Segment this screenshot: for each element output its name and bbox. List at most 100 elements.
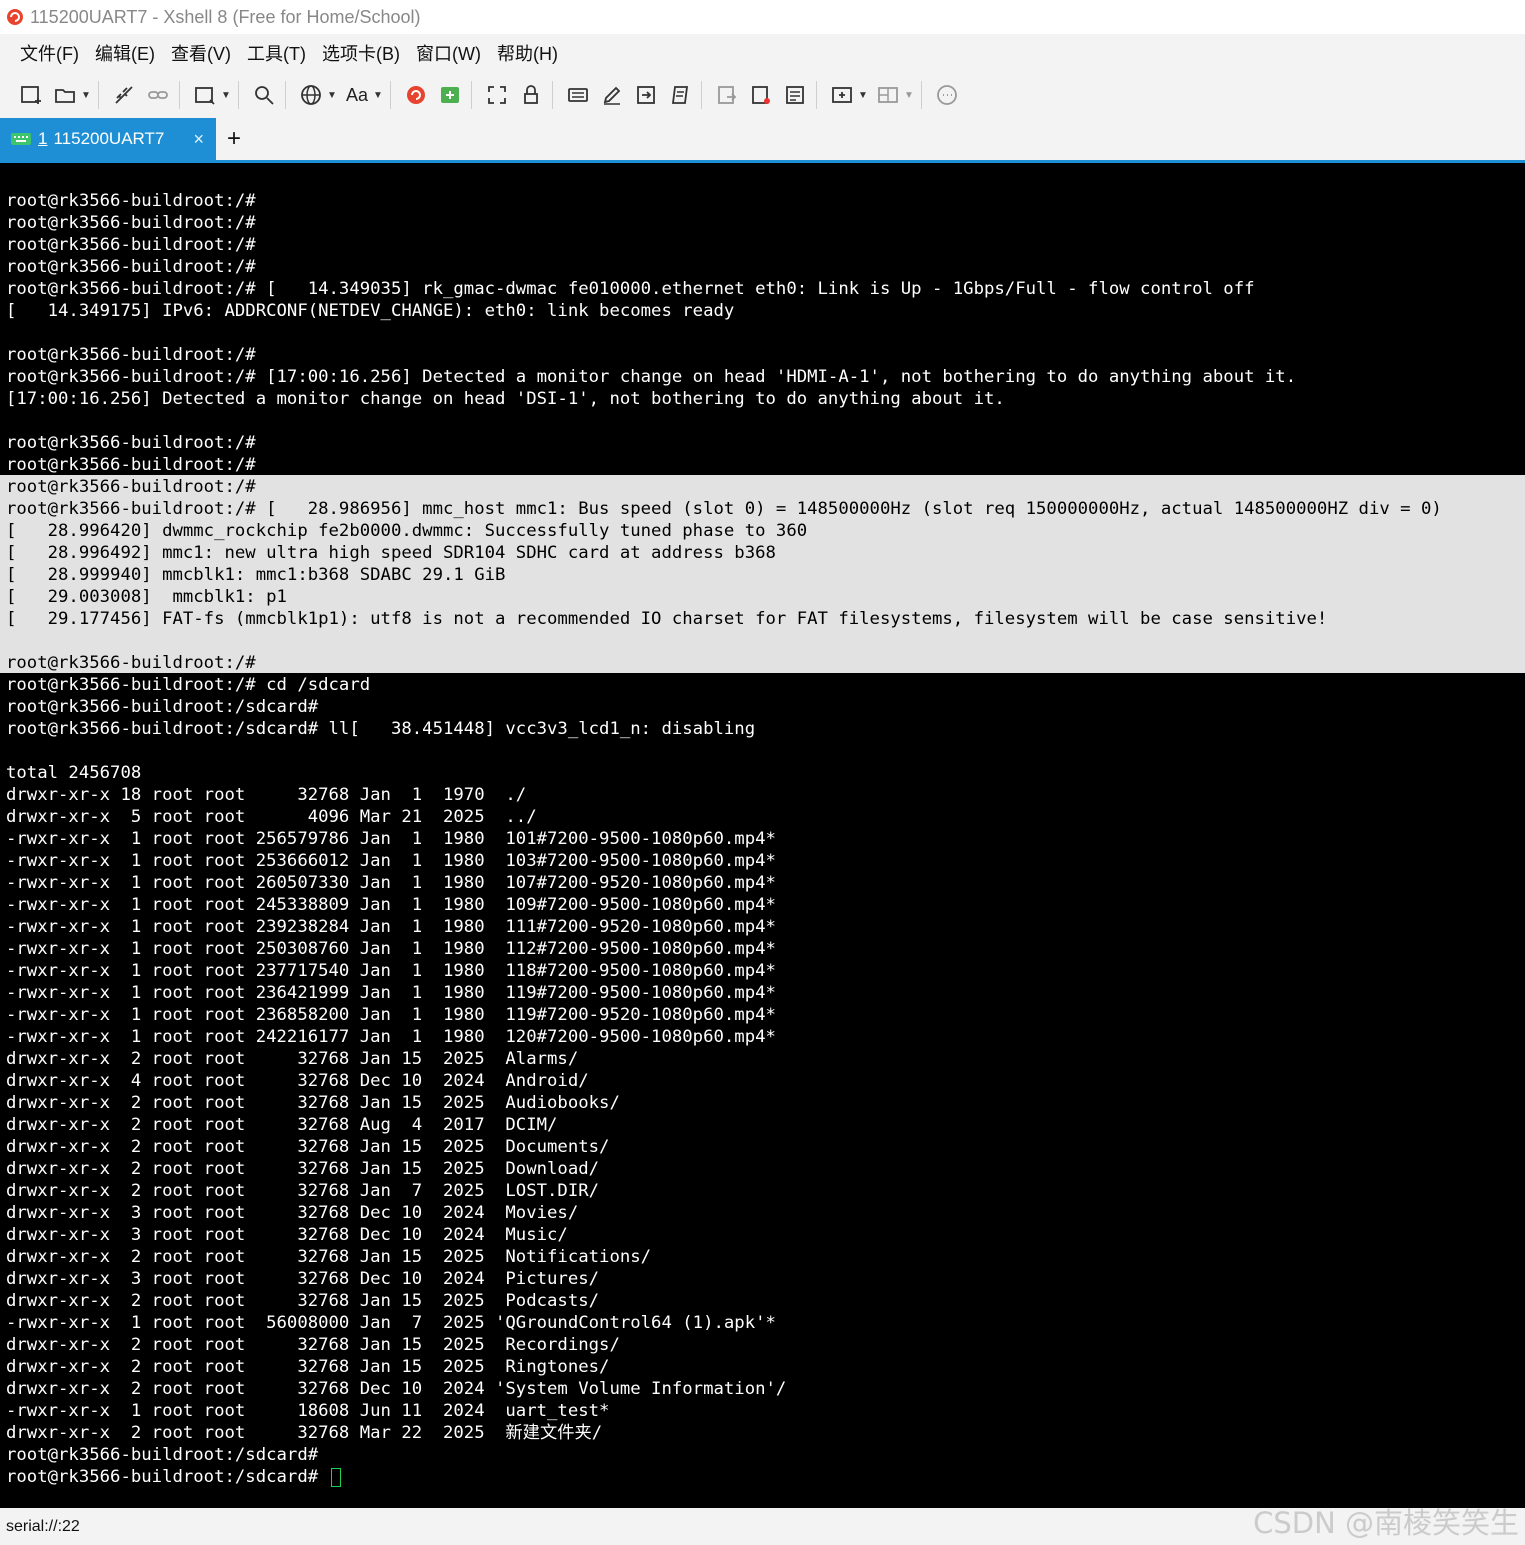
- terminal-line: -rwxr-xr-x 1 root root 239238284 Jan 1 1…: [6, 917, 776, 937]
- menu-tools[interactable]: 工具(T): [247, 38, 306, 68]
- menu-view[interactable]: 查看(V): [171, 38, 231, 68]
- terminal-line: root@rk3566-buildroot:/# [ 14.349035] rk…: [6, 279, 1255, 299]
- document-icon[interactable]: [780, 80, 810, 110]
- terminal-line: -rwxr-xr-x 1 root root 236421999 Jan 1 1…: [6, 983, 776, 1003]
- terminal-line: drwxr-xr-x 2 root root 32768 Jan 15 2025…: [6, 1137, 610, 1157]
- toolbar-separator: [98, 81, 99, 109]
- title-bar: 115200UART7 - Xshell 8 (Free for Home/Sc…: [0, 0, 1525, 34]
- window-dropdown-icon[interactable]: ▼: [220, 80, 232, 110]
- terminal-line: root@rk3566-buildroot:/#: [6, 257, 256, 277]
- terminal[interactable]: root@rk3566-buildroot:/# root@rk3566-buil…: [0, 163, 1525, 1508]
- transfer-icon[interactable]: [712, 80, 742, 110]
- font-dropdown-icon[interactable]: ▼: [372, 80, 384, 110]
- terminal-line: [ 28.996492] mmc1: new ultra high speed …: [6, 543, 776, 563]
- terminal-line: root@rk3566-buildroot:/# cd /sdcard: [6, 675, 371, 695]
- terminal-line: drwxr-xr-x 2 root root 32768 Jan 15 2025…: [6, 1159, 600, 1179]
- layout-dropdown-icon[interactable]: ▼: [903, 80, 915, 110]
- toolbar-separator: [471, 81, 472, 109]
- terminal-line: drwxr-xr-x 3 root root 32768 Dec 10 2024…: [6, 1269, 600, 1289]
- highlight-icon[interactable]: [597, 80, 627, 110]
- terminal-line: drwxr-xr-x 2 root root 32768 Dec 10 2024…: [6, 1379, 787, 1399]
- xshell-logo-icon: [4, 6, 26, 28]
- menu-window[interactable]: 窗口(W): [416, 38, 481, 68]
- add-tab-dropdown-icon[interactable]: ▼: [857, 80, 869, 110]
- terminal-line: total 2456708: [6, 763, 142, 783]
- fullscreen-icon[interactable]: [482, 80, 512, 110]
- terminal-line: root@rk3566-buildroot:/# [ 28.986956] mm…: [6, 499, 1442, 519]
- terminal-line: drwxr-xr-x 2 root root 32768 Jan 15 2025…: [6, 1247, 652, 1267]
- terminal-line: drwxr-xr-x 2 root root 32768 Jan 15 2025…: [6, 1335, 620, 1355]
- font-icon[interactable]: Aa: [342, 80, 372, 110]
- menu-help[interactable]: 帮助(H): [497, 38, 558, 68]
- log-icon[interactable]: [746, 80, 776, 110]
- terminal-line: -rwxr-xr-x 1 root root 242216177 Jan 1 1…: [6, 1027, 776, 1047]
- terminal-line: -rwxr-xr-x 1 root root 245338809 Jan 1 1…: [6, 895, 776, 915]
- menu-edit[interactable]: 编辑(E): [95, 38, 155, 68]
- reconnect-icon[interactable]: [143, 80, 173, 110]
- terminal-line: root@rk3566-buildroot:/sdcard#: [6, 1445, 319, 1465]
- add-tab-icon[interactable]: [827, 80, 857, 110]
- tab-bar: 1 115200UART7 × +: [0, 118, 1525, 160]
- new-session-icon[interactable]: [16, 80, 46, 110]
- xshell-icon[interactable]: [401, 80, 431, 110]
- script-icon[interactable]: [665, 80, 695, 110]
- connection-status: serial://:22: [6, 1517, 80, 1535]
- terminal-cursor: [330, 1467, 341, 1487]
- terminal-line: -rwxr-xr-x 1 root root 253666012 Jan 1 1…: [6, 851, 776, 871]
- menu-file[interactable]: 文件(F): [20, 38, 79, 68]
- terminal-line: drwxr-xr-x 2 root root 32768 Jan 15 2025…: [6, 1093, 620, 1113]
- encoding-dropdown-icon[interactable]: ▼: [326, 80, 338, 110]
- terminal-line: root@rk3566-buildroot:/#: [6, 455, 256, 475]
- terminal-line: [ 29.003008] mmcblk1: p1: [6, 587, 287, 607]
- toolbar: ▼ ▼ ▼ Aa ▼ ▼ ▼: [0, 72, 1525, 118]
- terminal-line: -rwxr-xr-x 1 root root 18608 Jun 11 2024…: [6, 1401, 610, 1421]
- terminal-line: root@rk3566-buildroot:/#: [6, 477, 256, 497]
- tab-number: 1: [38, 129, 48, 148]
- terminal-line: [ 28.996420] dwmmc_rockchip fe2b0000.dwm…: [6, 521, 808, 541]
- terminal-line: -rwxr-xr-x 1 root root 250308760 Jan 1 1…: [6, 939, 776, 959]
- terminal-line: drwxr-xr-x 4 root root 32768 Dec 10 2024…: [6, 1071, 589, 1091]
- terminal-line: drwxr-xr-x 3 root root 32768 Dec 10 2024…: [6, 1225, 568, 1245]
- terminal-line: -rwxr-xr-x 1 root root 260507330 Jan 1 1…: [6, 873, 776, 893]
- terminal-line: [17:00:16.256] Detected a monitor change…: [6, 389, 1005, 409]
- terminal-line: root@rk3566-buildroot:/sdcard#: [6, 697, 319, 717]
- terminal-line: -rwxr-xr-x 1 root root 237717540 Jan 1 1…: [6, 961, 776, 981]
- globe-icon[interactable]: [296, 80, 326, 110]
- search-icon[interactable]: [249, 80, 279, 110]
- chat-icon[interactable]: [932, 80, 962, 110]
- terminal-line: root@rk3566-buildroot:/#: [6, 653, 256, 673]
- xftp-icon[interactable]: [435, 80, 465, 110]
- font-label: Aa: [345, 84, 369, 105]
- terminal-line: -rwxr-xr-x 1 root root 256579786 Jan 1 1…: [6, 829, 776, 849]
- new-window-icon[interactable]: [190, 80, 220, 110]
- terminal-line: drwxr-xr-x 2 root root 32768 Jan 7 2025 …: [6, 1181, 600, 1201]
- terminal-line: drwxr-xr-x 18 root root 32768 Jan 1 1970…: [6, 785, 527, 805]
- tab-session[interactable]: 1 115200UART7 ×: [0, 118, 216, 160]
- menu-tabs[interactable]: 选项卡(B): [322, 38, 400, 68]
- terminal-line: drwxr-xr-x 2 root root 32768 Mar 22 2025…: [6, 1423, 603, 1443]
- compose-icon[interactable]: [631, 80, 661, 110]
- menu-bar: 文件(F) 编辑(E) 查看(V) 工具(T) 选项卡(B) 窗口(W) 帮助(…: [0, 34, 1525, 72]
- new-tab-button[interactable]: +: [216, 118, 252, 160]
- layout-icon[interactable]: [873, 80, 903, 110]
- window-title: 115200UART7 - Xshell 8 (Free for Home/Sc…: [30, 6, 421, 27]
- keyboard-icon[interactable]: [563, 80, 593, 110]
- lock-icon[interactable]: [516, 80, 546, 110]
- serial-port-icon: [11, 133, 31, 145]
- terminal-line: [ 29.177456] FAT-fs (mmcblk1p1): utf8 is…: [6, 609, 1328, 629]
- terminal-line: drwxr-xr-x 5 root root 4096 Mar 21 2025 …: [6, 807, 537, 827]
- tab-close-icon[interactable]: ×: [193, 129, 204, 150]
- terminal-line: root@rk3566-buildroot:/# [17:00:16.256] …: [6, 367, 1297, 387]
- terminal-line: [ 28.999940] mmcblk1: mmc1:b368 SDABC 29…: [6, 565, 506, 585]
- terminal-line: -rwxr-xr-x 1 root root 56008000 Jan 7 20…: [6, 1313, 776, 1333]
- terminal-line: root@rk3566-buildroot:/#: [6, 345, 256, 365]
- prompt-text: root@rk3566-buildroot:/sdcard#: [6, 1467, 319, 1487]
- terminal-line: root@rk3566-buildroot:/#: [6, 213, 256, 233]
- disconnect-icon[interactable]: [109, 80, 139, 110]
- open-dropdown-icon[interactable]: ▼: [80, 80, 92, 110]
- open-session-icon[interactable]: [50, 80, 80, 110]
